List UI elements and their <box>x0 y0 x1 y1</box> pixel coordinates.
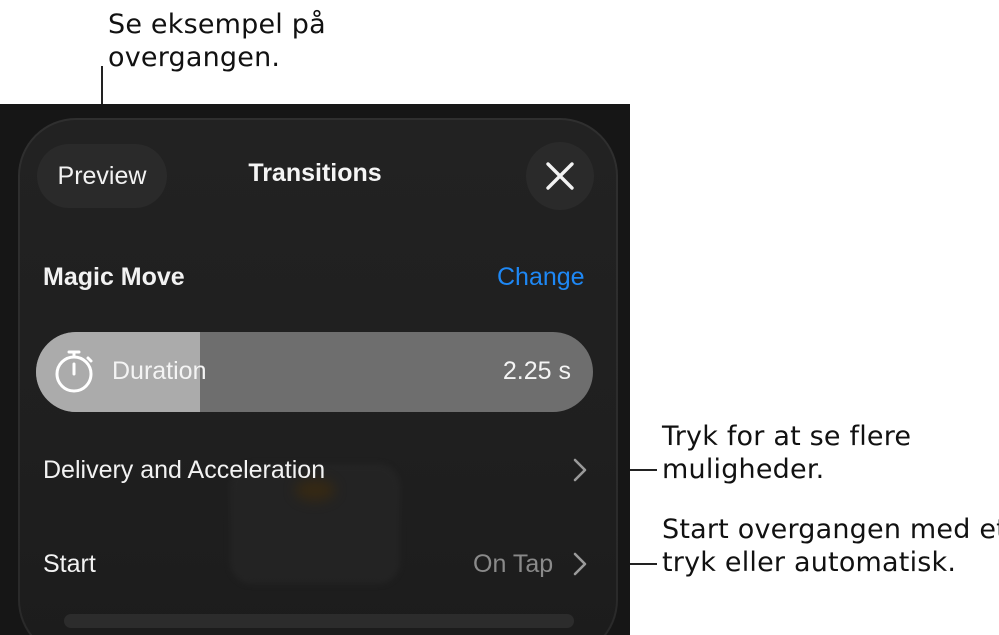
start-row[interactable]: Start <box>43 550 96 579</box>
callout-start: Start overgangen med et tryk eller autom… <box>662 513 999 579</box>
preview-button-label: Preview <box>57 161 147 190</box>
chevron-right-icon[interactable] <box>571 458 589 482</box>
delivery-acceleration-row[interactable]: Delivery and Acceleration <box>43 456 325 485</box>
callout-delivery-line-2: muligheder. <box>662 454 825 485</box>
callout-preview-line-1: Se eksempel på <box>108 9 326 40</box>
callout-start-line-1: Start overgangen med et <box>662 514 999 545</box>
stopwatch-icon <box>55 350 93 393</box>
preview-button[interactable]: Preview <box>37 144 167 208</box>
change-button[interactable]: Change <box>497 263 585 292</box>
callout-preview-line-2: overgangen. <box>108 42 281 73</box>
panel-title: Transitions <box>248 159 382 187</box>
duration-slider[interactable]: Duration 2.25 s <box>36 332 593 412</box>
close-button[interactable] <box>526 142 594 210</box>
start-value: On Tap <box>473 550 554 578</box>
callout-preview: Se eksempel på overgangen. <box>108 8 326 74</box>
callout-delivery: Tryk for at se flere muligheder. <box>662 420 911 486</box>
effect-name: Magic Move <box>43 263 185 291</box>
close-icon <box>546 162 574 190</box>
chevron-right-icon[interactable] <box>571 552 589 576</box>
duration-value: 2.25 s <box>502 357 571 385</box>
callout-start-line-2: tryk eller automatisk. <box>662 547 957 578</box>
bottom-row-edge <box>64 614 574 628</box>
duration-label: Duration <box>112 357 207 385</box>
callout-delivery-line-1: Tryk for at se flere <box>662 421 912 452</box>
transitions-app-window: Preview Transitions Magic Move Change Du… <box>0 104 630 635</box>
